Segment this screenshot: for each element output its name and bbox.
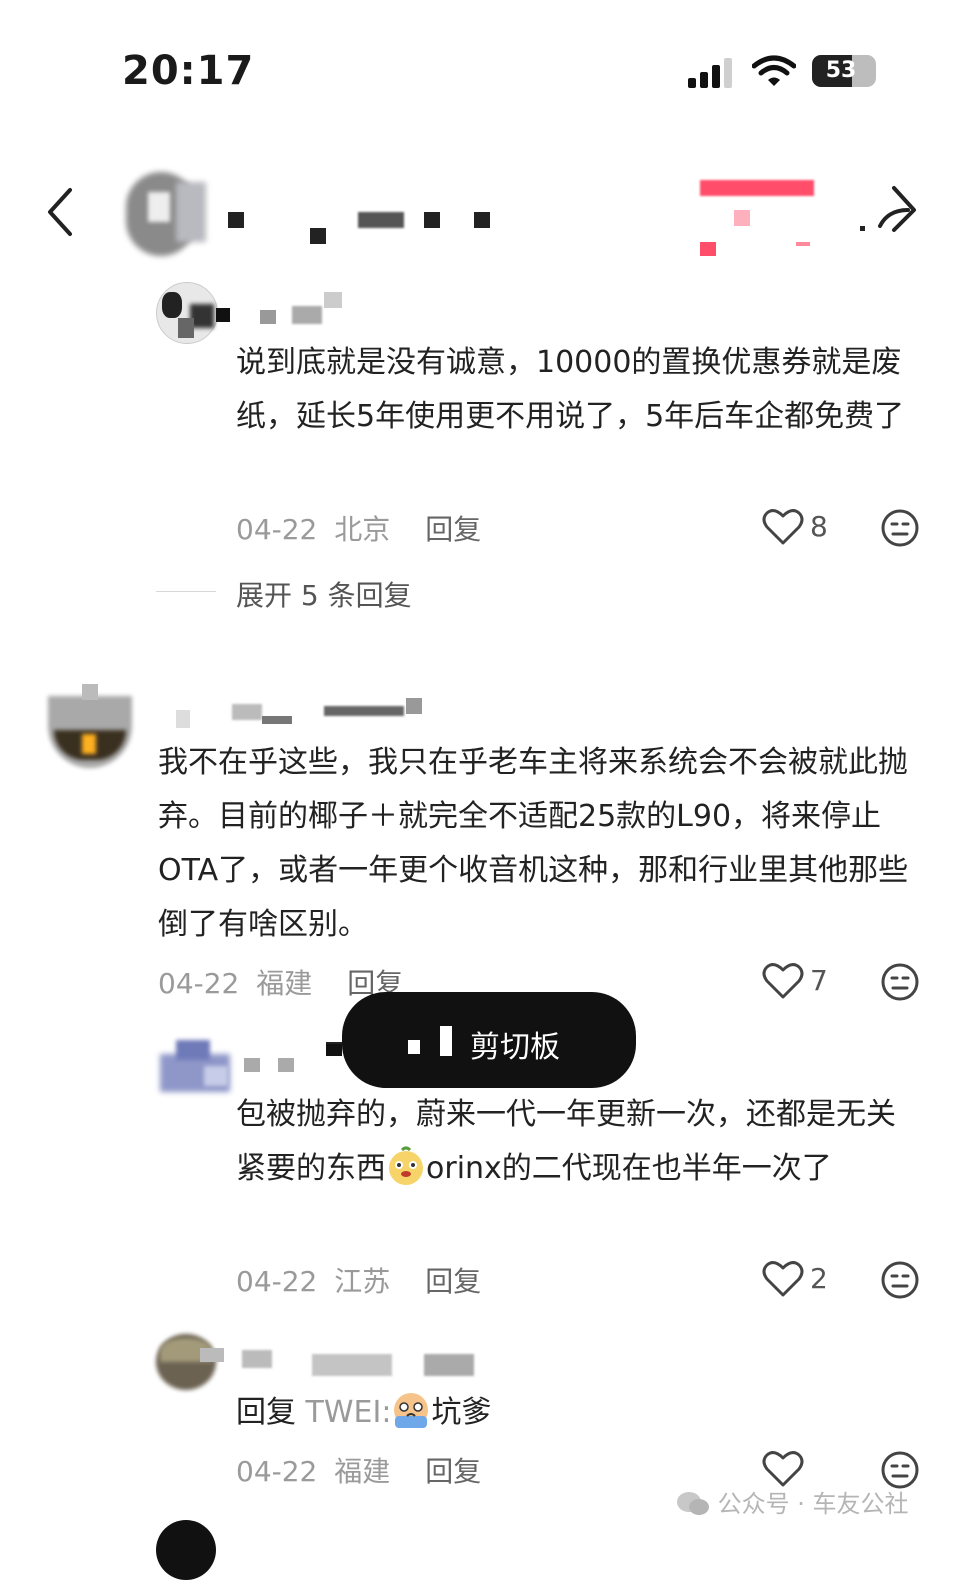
commenter-avatar[interactable]	[156, 1520, 216, 1580]
comment-region: 江苏	[334, 1265, 391, 1298]
like-button[interactable]: 8	[762, 508, 842, 548]
reply-to-username[interactable]: TWEI:	[306, 1395, 392, 1430]
like-button[interactable]: 2	[762, 1260, 842, 1300]
comment-text: 说到底就是没有诚意，10000的置换优惠券就是废纸，延长5年使用更不用说了，5年…	[236, 345, 905, 434]
comment-text: 回复 TWEI: 坑爹	[236, 1386, 491, 1440]
share-arrow-icon[interactable]	[858, 182, 920, 238]
commenter-avatar[interactable]	[156, 282, 218, 344]
comment-region: 北京	[334, 513, 391, 546]
neutral-face-icon[interactable]	[880, 962, 920, 1002]
follow-button-redacted[interactable]	[700, 176, 820, 258]
comment-text: 包被抛弃的，蔚来一代一年更新一次，还都是无关紧要的东西 orinx的二代现在也半…	[236, 1088, 922, 1196]
toast-redacted	[326, 1044, 342, 1056]
author-avatar[interactable]	[114, 168, 214, 260]
comment-text: 我不在乎这些，我只在乎老车主将来系统会不会被就此抛弃。目前的椰子＋就完全不适配2…	[158, 745, 909, 942]
comment-region: 福建	[334, 1455, 391, 1488]
reply-prefix: 回复	[236, 1395, 296, 1430]
toast-icon	[440, 1026, 452, 1056]
comment-date: 04-22	[236, 1455, 318, 1488]
toast-icon	[408, 1040, 420, 1054]
heart-outline-icon	[762, 1261, 804, 1297]
comment-text-part: 坑爹	[431, 1395, 492, 1430]
battery-indicator: 53	[812, 55, 876, 87]
neutral-face-icon[interactable]	[880, 508, 920, 548]
signal-icon	[688, 58, 732, 88]
comment-meta: 04-22 北京 回复	[236, 508, 481, 548]
wifi-icon	[752, 55, 796, 86]
commenter-avatar[interactable]	[160, 1040, 230, 1092]
comment-text-part: orinx的二代现在也半年一次了	[426, 1151, 832, 1186]
like-count: 2	[810, 1262, 828, 1295]
divider-line	[156, 591, 216, 592]
comment-region: 福建	[256, 967, 313, 1000]
like-count: 7	[810, 964, 828, 997]
clipboard-toast: 剪切板	[342, 992, 636, 1088]
reply-button[interactable]: 回复	[425, 513, 481, 546]
expand-replies-button[interactable]: 展开 5 条回复	[236, 574, 412, 614]
comment-date: 04-22	[236, 1265, 318, 1298]
comment-meta: 04-22 江苏 回复	[236, 1260, 481, 1300]
battery-level: 53	[825, 58, 857, 83]
commenter-name-redacted	[176, 698, 426, 734]
watermark-text: 公众号 · 车友公社	[717, 1490, 909, 1518]
crying-emoji-icon	[394, 1393, 429, 1428]
reply-button[interactable]: 回复	[425, 1455, 481, 1488]
wechat-icon	[677, 1492, 709, 1515]
heart-outline-icon[interactable]	[762, 1450, 804, 1488]
comment-date: 04-22	[158, 967, 240, 1000]
heart-outline-icon	[762, 509, 804, 545]
reply-button[interactable]: 回复	[425, 1265, 481, 1298]
commenter-avatar[interactable]	[156, 1334, 226, 1390]
like-button[interactable]: 7	[762, 962, 842, 1002]
commenter-name-redacted	[244, 1042, 344, 1078]
heart-outline-icon	[762, 963, 804, 999]
like-count: 8	[810, 510, 828, 543]
neutral-face-icon[interactable]	[880, 1260, 920, 1300]
puppy-emoji-icon	[389, 1146, 423, 1185]
comment-date: 04-22	[236, 513, 318, 546]
chevron-left-icon[interactable]	[42, 186, 82, 238]
commenter-name-redacted	[216, 292, 346, 328]
toast-text: 剪切板	[470, 1030, 560, 1065]
commenter-name-redacted	[242, 1350, 512, 1380]
comment-meta: 04-22 福建 回复	[236, 1450, 481, 1490]
watermark: 公众号 · 车友公社	[676, 1484, 909, 1519]
status-time: 20:17	[122, 48, 255, 94]
commenter-avatar[interactable]	[48, 684, 132, 768]
author-name-redacted	[228, 210, 490, 246]
